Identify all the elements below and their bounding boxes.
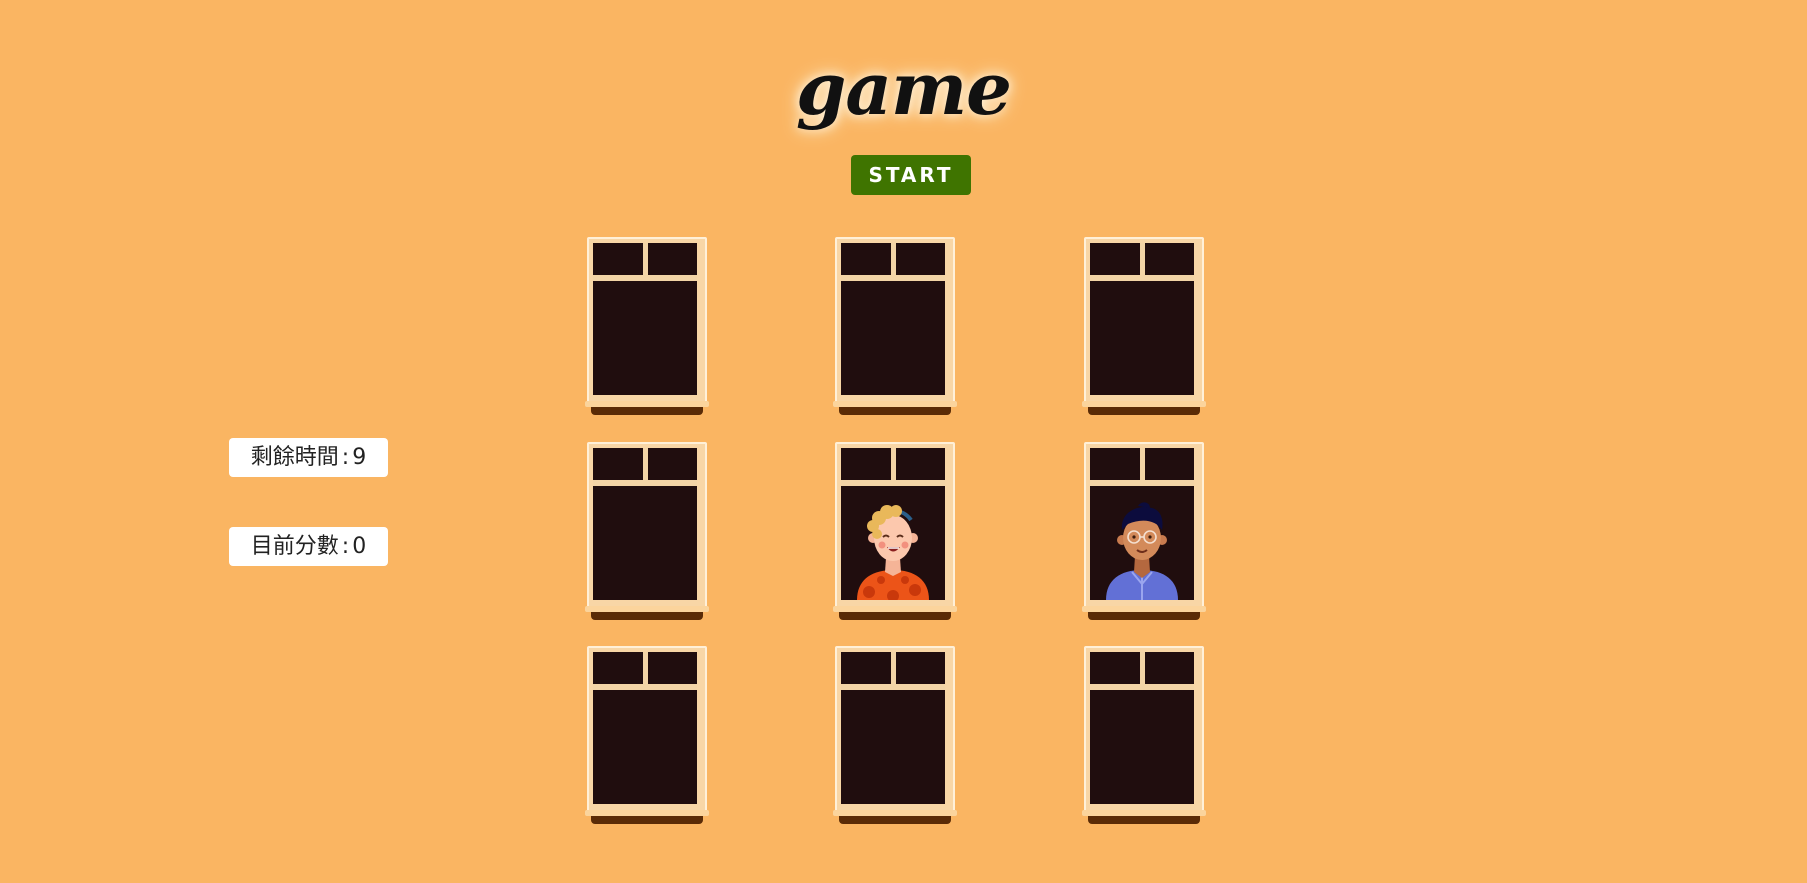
window-r1-c1[interactable] bbox=[585, 237, 709, 415]
window-r1-c2[interactable] bbox=[833, 237, 957, 415]
window-r2-c3[interactable] bbox=[1082, 442, 1206, 620]
man-with-glasses-character-icon[interactable] bbox=[1098, 500, 1186, 600]
game-title: game bbox=[796, 46, 1012, 131]
window-sill bbox=[591, 816, 703, 824]
remaining-time-separator: : bbox=[341, 445, 350, 470]
window-r1-c3[interactable] bbox=[1082, 237, 1206, 415]
window-r2-c2[interactable] bbox=[833, 442, 957, 620]
window-sill bbox=[1088, 407, 1200, 415]
window-sill bbox=[591, 612, 703, 620]
remaining-time-value: 9 bbox=[352, 445, 367, 470]
window-glass bbox=[593, 652, 697, 804]
remaining-time-label: 剩餘時間 bbox=[250, 445, 339, 470]
current-score-label: 目前分數 bbox=[250, 534, 339, 559]
window-sill bbox=[1088, 612, 1200, 620]
window-glass bbox=[1090, 652, 1194, 804]
window-r3-c1[interactable] bbox=[585, 646, 709, 824]
window-sill bbox=[1088, 816, 1200, 824]
window-sill bbox=[839, 612, 951, 620]
current-score-display: 目前分數:0 bbox=[229, 527, 388, 566]
window-sill bbox=[839, 816, 951, 824]
window-glass bbox=[593, 243, 697, 395]
woman-character-icon[interactable] bbox=[849, 500, 937, 600]
remaining-time-display: 剩餘時間:9 bbox=[229, 438, 388, 477]
current-score-value: 0 bbox=[352, 534, 367, 559]
window-sill bbox=[591, 407, 703, 415]
window-r3-c2[interactable] bbox=[833, 646, 957, 824]
window-glass bbox=[841, 652, 945, 804]
start-button[interactable]: START bbox=[851, 155, 971, 195]
window-glass bbox=[1090, 448, 1194, 600]
window-glass bbox=[1090, 243, 1194, 395]
window-glass bbox=[841, 448, 945, 600]
window-sill bbox=[839, 407, 951, 415]
window-glass bbox=[593, 448, 697, 600]
window-glass bbox=[841, 243, 945, 395]
current-score-separator: : bbox=[341, 534, 350, 559]
window-r2-c1[interactable] bbox=[585, 442, 709, 620]
window-r3-c3[interactable] bbox=[1082, 646, 1206, 824]
